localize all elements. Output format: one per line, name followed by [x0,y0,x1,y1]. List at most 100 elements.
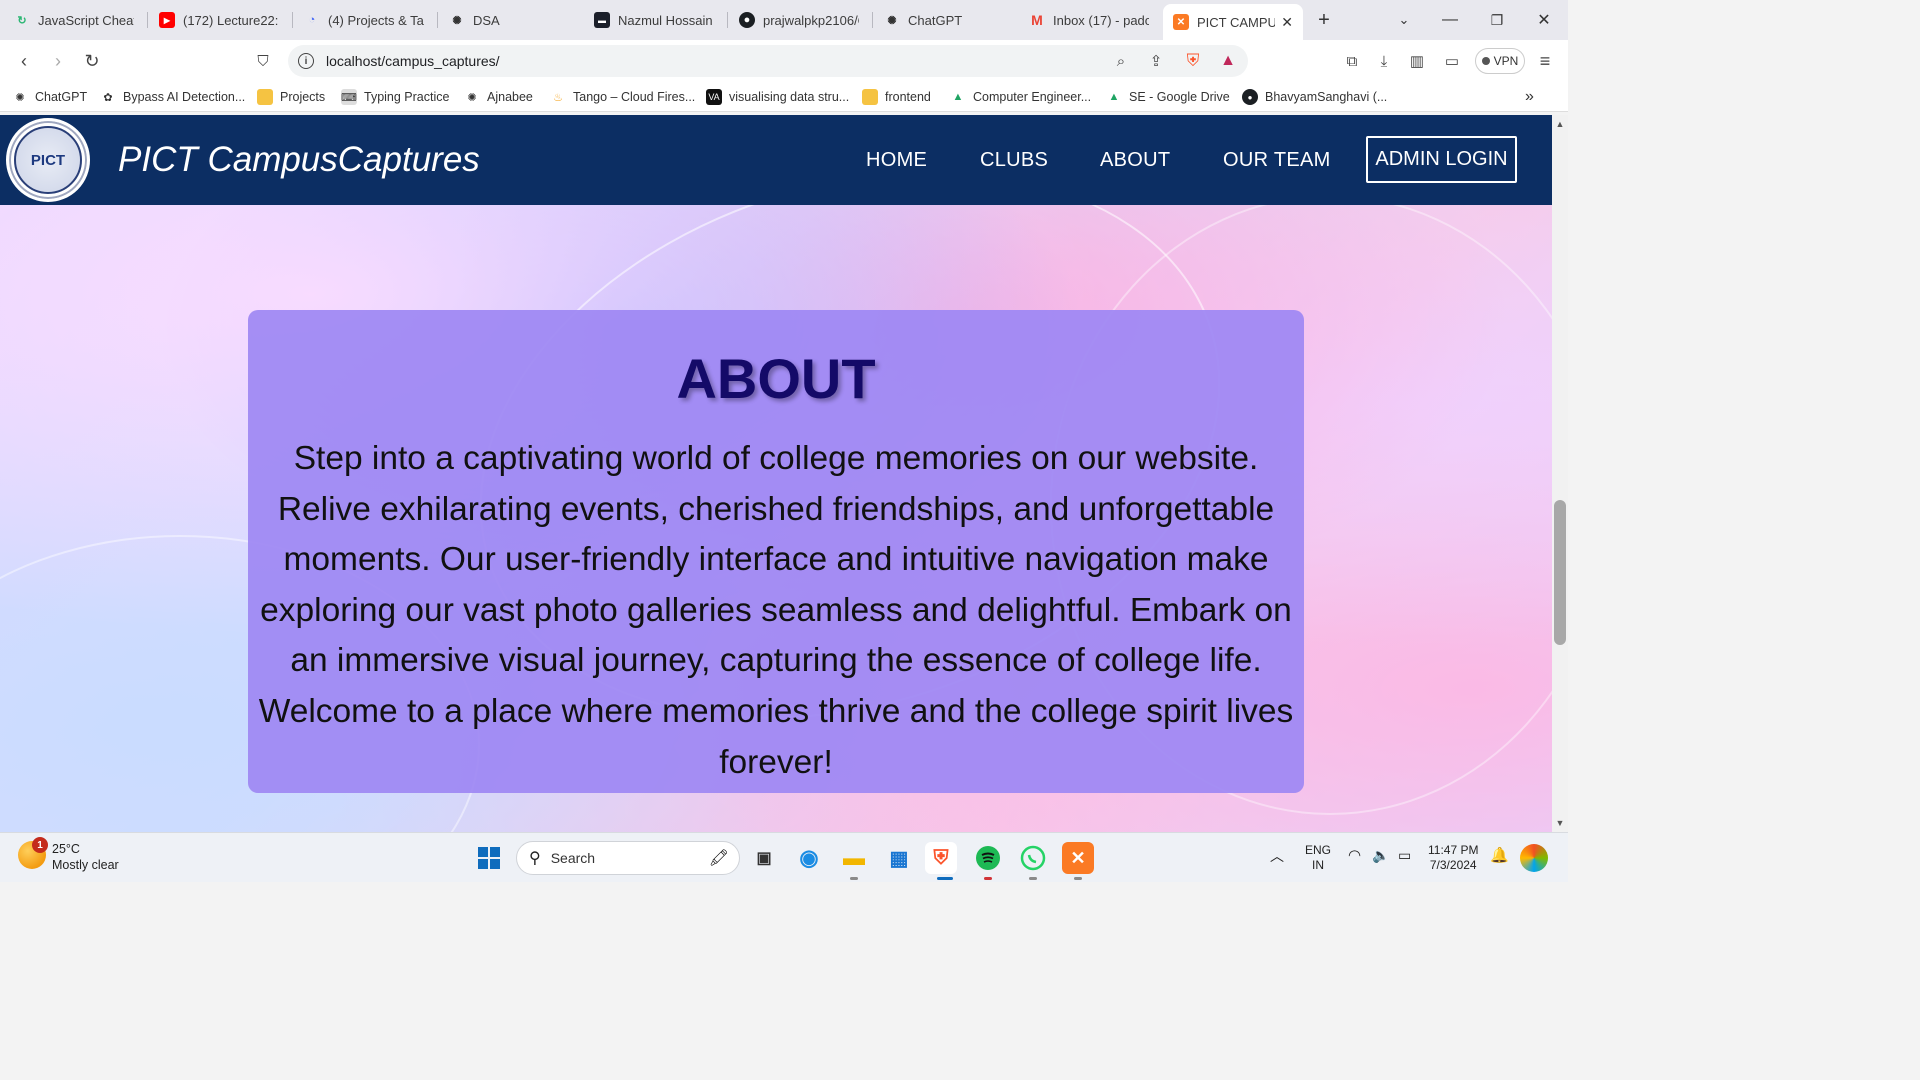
site-info-icon[interactable]: i [298,53,314,69]
nav-about-link[interactable]: ABOUT [1100,149,1170,172]
bookmark-label: Ajnabee [487,90,533,104]
search-placeholder: Search [550,850,596,866]
whatsapp-icon[interactable] [1017,842,1049,874]
chatgpt-icon: ✺ [887,14,897,27]
brave-shield-icon[interactable]: ⛨ [1181,49,1205,73]
refresh-green-icon: ↻ [17,14,27,27]
copilot-icon[interactable] [1520,844,1548,872]
logo-text: PICT [14,126,82,194]
browser-toolbar: ‹ › ↻ ⛉ i localhost/campus_captures/ ⌕ ⇪… [0,40,1568,82]
folder-icon [257,89,273,105]
site-title[interactable]: PICT CampusCaptures [118,140,480,180]
about-heading: ABOUT [676,347,876,410]
gmail-icon: M [1031,12,1043,28]
nav-our-team-link[interactable]: OUR TEAM [1223,149,1331,172]
brain-icon: ✿ [103,91,113,104]
wallet-icon[interactable]: ▭ [1440,49,1464,73]
tab-pict-campus-active[interactable]: ✕ PICT CAMPUS ✕ [1163,4,1303,40]
spotify-icon[interactable] [972,842,1004,874]
minimize-icon[interactable]: — [1438,8,1462,32]
address-bar[interactable]: i localhost/campus_captures/ [288,45,1248,77]
tab-close-icon[interactable]: ✕ [1281,14,1293,31]
download-icon[interactable]: ⤓ [1372,49,1396,73]
microsoft-store-icon[interactable]: ▦ [883,842,915,874]
github-icon: ● [1242,89,1258,105]
battery-icon[interactable]: ▭ [1398,848,1411,863]
tab-label: Inbox (17) - padol [1053,12,1149,28]
tab-dsa[interactable]: ✺ DSA [439,4,579,36]
back-arrow-icon[interactable]: ‹ [12,49,36,73]
forward-arrow-icon[interactable]: › [46,49,70,73]
tab-projects-tasks[interactable]: ◔ (4) Projects & Task [294,4,434,36]
pict-logo[interactable]: PICT [6,118,90,202]
tab-chatgpt[interactable]: ✺ ChatGPT [874,4,1014,36]
more-bookmarks-chevron-icon[interactable]: » [1525,88,1534,106]
scroll-up-arrow-icon[interactable]: ▲ [1552,117,1568,131]
tab-youtube-lecture[interactable]: ▶ (172) Lecture22: A [149,4,289,36]
xampp-icon[interactable]: ✕ [1062,842,1094,874]
tab-nazmul-hossain[interactable]: ▬ Nazmul Hossain | F [584,4,724,36]
site-navbar: PICT PICT CampusCaptures HOME CLUBS ABOU… [0,115,1552,205]
menu-icon[interactable]: ≡ [1533,49,1557,73]
weather-description: Mostly clear [52,858,119,872]
tab-label: ChatGPT [908,12,963,28]
wifi-icon[interactable]: ◠ [1348,848,1361,863]
windows-start-icon[interactable] [473,842,505,874]
vpn-button[interactable]: VPN [1475,48,1525,74]
bookmark-ajnabee[interactable]: ✺ Ajnabee [464,88,533,106]
scrollbar-thumb[interactable] [1554,500,1566,645]
bookmark-tango[interactable]: ♨ Tango – Cloud Fires... [550,88,695,106]
extensions-icon[interactable]: ⧉ [1340,49,1364,73]
bookmark-chatgpt[interactable]: ✺ ChatGPT [12,88,87,106]
bookmark-visualising-data[interactable]: VA visualising data stru... [706,88,849,106]
reload-icon[interactable]: ↻ [80,49,104,73]
tab-search-chevron-icon[interactable]: ⌄ [1392,8,1416,32]
tab-github-prajwal[interactable]: ● prajwalpkp2106/C [729,4,869,36]
bookmark-icon[interactable]: ⛉ [251,49,275,73]
bookmark-label: SE - Google Drive [1129,90,1230,104]
scroll-down-arrow-icon[interactable]: ▼ [1552,816,1568,830]
volume-icon[interactable]: 🔈 [1372,848,1389,863]
zoom-icon[interactable]: ⌕ [1109,49,1133,73]
new-tab-icon[interactable]: + [1312,8,1336,32]
tab-javascript-cheat-sheet[interactable]: ↻ JavaScript Cheat S [4,4,144,36]
bookmark-label: Projects [280,90,326,104]
taskbar-search-box[interactable]: ⚲ Search 🖍 [516,841,740,875]
weather-sun-icon: 1 [18,837,48,869]
bookmark-typing-practice[interactable]: ⌨ Typing Practice [341,88,449,106]
bookmark-projects[interactable]: Projects [257,88,325,106]
brave-rewards-icon[interactable]: ▲ [1216,49,1240,73]
show-hidden-icons-chevron-icon[interactable]: ︿ [1270,849,1284,864]
file-explorer-icon[interactable]: ▬ [838,842,870,874]
share-icon[interactable]: ⇪ [1144,49,1168,73]
edge-browser-icon[interactable]: ◉ [793,842,825,874]
weather-widget[interactable]: 1 25°C Mostly clear [18,837,119,873]
bookmark-computer-engineer[interactable]: ▲ Computer Engineer... [950,88,1092,106]
bookmark-frontend[interactable]: frontend [862,88,931,106]
language-code: ENG [1305,843,1332,857]
admin-login-button[interactable]: ADMIN LOGIN [1366,136,1517,183]
bookmark-label: visualising data stru... [729,90,850,104]
running-indicator [850,877,858,880]
nav-home-link[interactable]: HOME [866,149,927,172]
task-view-icon[interactable]: ▣ [748,842,780,874]
tab-label: (172) Lecture22: A [183,12,279,28]
bookmark-bhavyam-github[interactable]: ● BhavyamSanghavi (... [1242,88,1387,106]
close-window-icon[interactable]: ✕ [1532,8,1556,32]
url-text[interactable]: localhost/campus_captures/ [326,53,500,69]
sidebar-icon[interactable]: ▥ [1405,49,1429,73]
bookmark-bypass-ai[interactable]: ✿ Bypass AI Detection... [100,88,245,106]
search-highlight-icon: 🖍 [708,850,729,867]
nav-clubs-link[interactable]: CLUBS [980,149,1048,172]
page-scrollbar[interactable] [1552,115,1568,832]
language-indicator[interactable]: ENG IN [1305,843,1331,873]
browser-tab-bar: ↻ JavaScript Cheat S ▶ (172) Lecture22: … [0,0,1568,40]
brave-browser-icon[interactable]: ⛨ [925,842,957,874]
tab-gmail-inbox[interactable]: M Inbox (17) - padol [1019,4,1159,36]
notification-bell-icon[interactable]: 🔔 [1490,848,1509,863]
bookmark-se-google-drive[interactable]: ▲ SE - Google Drive [1106,88,1230,106]
clock[interactable]: 11:47 PM 7/3/2024 [1428,843,1478,873]
bookmark-label: Typing Practice [364,90,450,104]
restore-window-icon[interactable]: ❐ [1485,8,1509,32]
search-icon: ⚲ [529,850,541,867]
